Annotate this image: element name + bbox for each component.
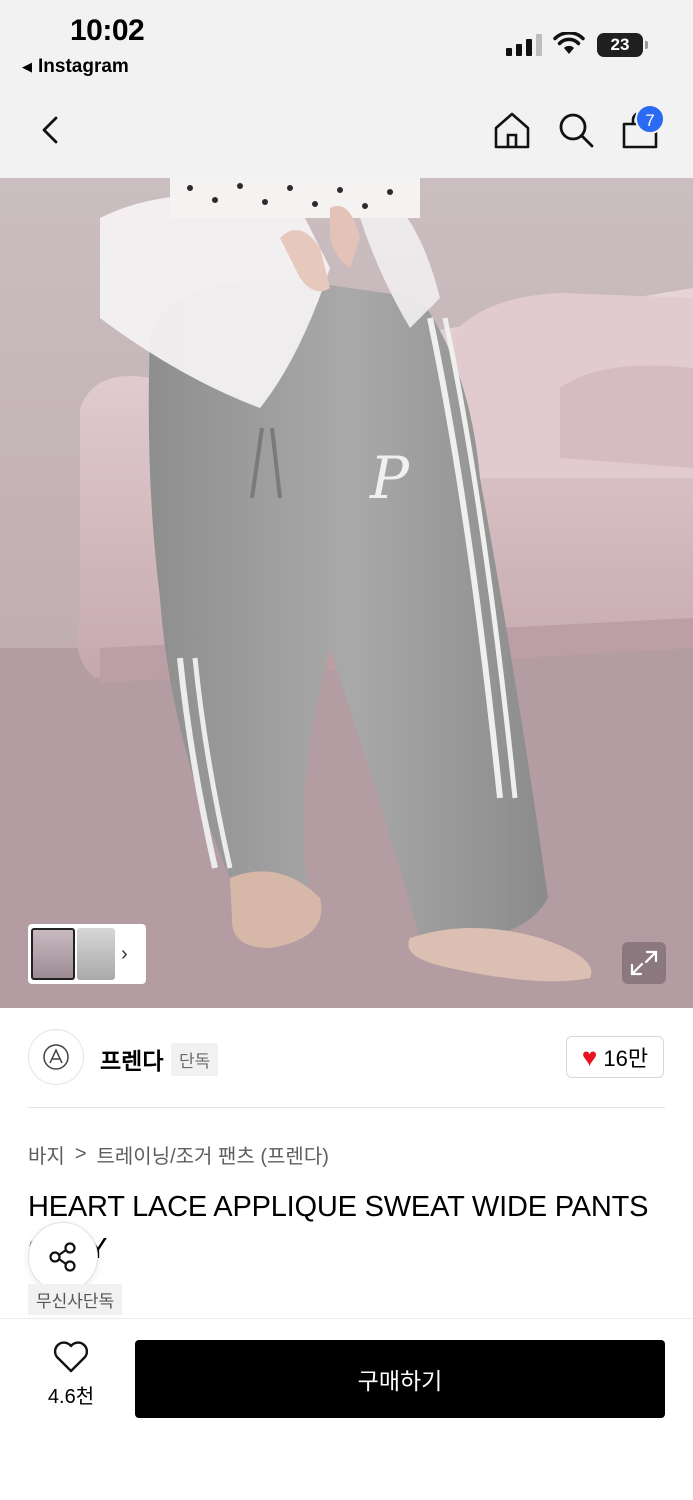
cart-count-badge: 7 (635, 104, 665, 134)
brand-name[interactable]: 프렌다 (100, 1042, 163, 1076)
heart-outline-icon (53, 1341, 89, 1373)
top-nav-bar (0, 90, 693, 178)
brand-exclusive-badge: 단독 (171, 1043, 219, 1076)
wishlist-button[interactable]: 4.6천 (30, 1340, 112, 1420)
musinsa-exclusive-tag: 무신사단독 (28, 1284, 123, 1315)
battery-icon: 23 (597, 33, 648, 57)
status-bar: 10:02 ◀ Instagram 23 (0, 0, 693, 90)
breadcrumb-subcategory[interactable]: 트레이닝/조거 팬츠 (프렌다) (97, 1140, 329, 1169)
expand-image-button[interactable] (622, 942, 666, 984)
image-thumbnail-strip[interactable]: › (28, 924, 146, 984)
brand-like-button[interactable]: ♥ 16만 (566, 1036, 664, 1078)
share-button[interactable] (28, 1222, 98, 1292)
search-icon[interactable] (556, 110, 596, 150)
back-to-app-link[interactable]: ◀ Instagram (22, 56, 129, 78)
home-icon[interactable] (492, 110, 532, 150)
buy-button[interactable]: 구매하기 (135, 1340, 665, 1418)
thumbnail-1[interactable] (31, 928, 75, 980)
product-title: HEART LACE APPLIQUE SWEAT WIDE PANTS GRA… (28, 1191, 649, 1265)
status-time: 10:02 (70, 14, 145, 47)
wishlist-count: 4.6천 (47, 1386, 95, 1408)
breadcrumb-separator: > (74, 1143, 87, 1165)
back-app-label: Instagram (38, 56, 129, 77)
svg-text:P: P (369, 444, 410, 512)
product-main-image[interactable]: P (0, 178, 693, 1008)
back-triangle-icon: ◀ (22, 59, 32, 74)
chevron-right-icon[interactable]: › (121, 943, 128, 966)
wifi-icon (553, 32, 585, 54)
thumbnail-2[interactable] (77, 928, 115, 980)
back-chevron-icon[interactable] (34, 112, 70, 148)
brand-logo[interactable] (28, 1029, 84, 1085)
breadcrumb: 바지 > 트레이닝/조거 팬츠 (프렌다) (28, 1140, 329, 1169)
expand-icon (630, 950, 658, 976)
cellular-signal-icon (506, 34, 542, 56)
heart-filled-icon: ♥ (581, 1042, 598, 1072)
brand-like-count: 16만 (603, 1046, 649, 1071)
breadcrumb-category[interactable]: 바지 (28, 1140, 65, 1169)
share-icon (49, 1242, 76, 1272)
brand-emblem-icon (43, 1044, 69, 1070)
divider (28, 1107, 665, 1108)
product-photo-illustration: P (0, 178, 693, 1008)
